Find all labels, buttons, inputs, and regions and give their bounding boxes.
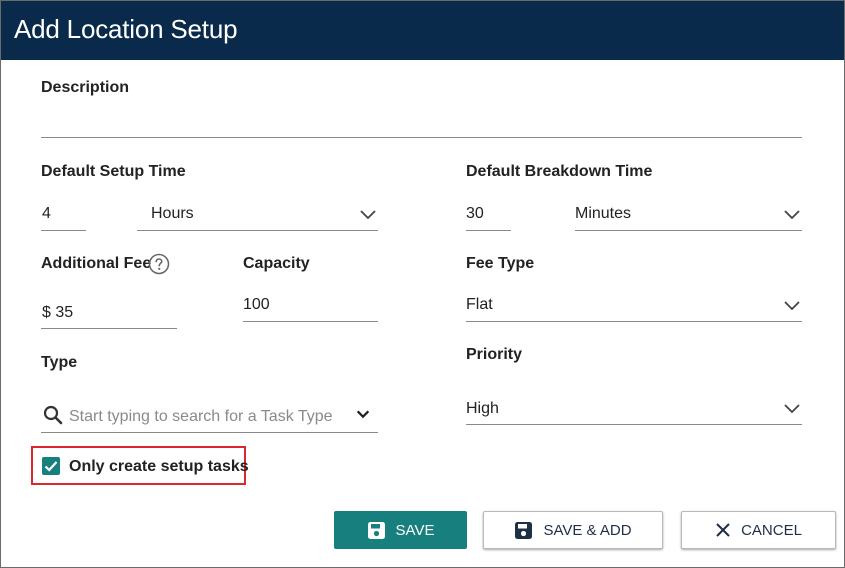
setup-time-unit-select[interactable]: Hours xyxy=(151,197,378,231)
capacity-underline xyxy=(243,321,378,322)
default-setup-time-label: Default Setup Time xyxy=(41,163,186,180)
setup-time-value-underline xyxy=(41,230,86,231)
chevron-down-icon xyxy=(360,210,376,220)
description-input[interactable] xyxy=(41,105,802,137)
setup-time-value-input[interactable]: 4 xyxy=(42,205,51,223)
additional-fee-underline xyxy=(41,328,177,329)
priority-value: High xyxy=(466,400,499,417)
cancel-button-label: CANCEL xyxy=(741,521,802,539)
question-circle-icon[interactable] xyxy=(148,253,170,275)
chevron-down-icon xyxy=(784,404,800,414)
type-search-placeholder: Start typing to search for a Task Type xyxy=(69,408,333,425)
priority-select[interactable]: High xyxy=(466,391,802,425)
chevron-down-icon[interactable] xyxy=(355,408,371,420)
floppy-disk-icon xyxy=(515,521,533,539)
floppy-disk-icon xyxy=(367,521,385,539)
close-icon xyxy=(716,523,730,537)
description-underline xyxy=(41,137,802,138)
save-button[interactable]: SAVE xyxy=(334,511,467,549)
save-button-label: SAVE xyxy=(395,521,435,539)
additional-fee-label: Additional Fee xyxy=(41,255,152,272)
breakdown-time-unit-underline xyxy=(575,230,802,231)
chevron-down-icon xyxy=(784,301,800,311)
save-and-add-button-label: SAVE & ADD xyxy=(543,521,632,539)
fee-type-value: Flat xyxy=(466,296,493,313)
capacity-input[interactable]: 100 xyxy=(243,296,270,314)
only-setup-tasks-label[interactable]: Only create setup tasks xyxy=(69,458,249,476)
only-setup-tasks-checkbox[interactable] xyxy=(42,457,60,475)
description-label: Description xyxy=(41,79,130,96)
setup-time-unit-value: Hours xyxy=(151,205,194,222)
dialog-title: Add Location Setup xyxy=(14,14,238,44)
fee-type-underline xyxy=(466,321,802,322)
breakdown-time-unit-value: Minutes xyxy=(575,205,632,222)
breakdown-time-value-underline xyxy=(466,230,511,231)
breakdown-time-value-input[interactable]: 30 xyxy=(466,205,484,223)
default-breakdown-time-label: Default Breakdown Time xyxy=(466,163,653,180)
dialog-header: Add Location Setup xyxy=(1,1,844,60)
chevron-down-icon xyxy=(784,210,800,220)
save-and-add-button[interactable]: SAVE & ADD xyxy=(483,511,663,549)
setup-time-unit-underline xyxy=(137,230,378,231)
capacity-label: Capacity xyxy=(243,255,310,272)
cancel-button[interactable]: CANCEL xyxy=(681,511,836,549)
type-underline xyxy=(41,432,378,433)
type-search-autocomplete[interactable]: Start typing to search for a Task Type xyxy=(41,399,378,433)
add-location-setup-dialog: Add Location Setup Description Default S… xyxy=(0,0,845,568)
fee-type-select[interactable]: Flat xyxy=(466,288,802,322)
priority-underline xyxy=(466,424,802,425)
additional-fee-input[interactable]: $ 35 xyxy=(42,304,73,322)
type-label: Type xyxy=(41,354,78,371)
search-icon xyxy=(43,405,63,425)
priority-label: Priority xyxy=(466,346,523,363)
breakdown-time-unit-select[interactable]: Minutes xyxy=(575,197,802,231)
check-icon xyxy=(44,461,58,472)
fee-type-label: Fee Type xyxy=(466,255,535,272)
